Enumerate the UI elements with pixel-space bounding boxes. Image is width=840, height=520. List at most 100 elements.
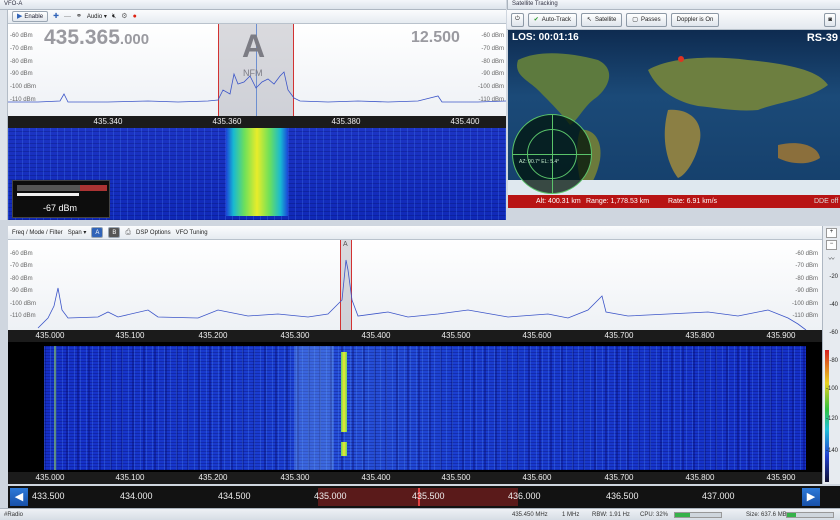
status-frequency: 435.450 MHz — [512, 512, 548, 518]
status-cpu: CPU: 32% — [640, 512, 669, 518]
satellite-button[interactable]: ↖ Satellite — [580, 12, 623, 27]
vfo-side-strip — [0, 10, 8, 220]
status-bar: #Radio 435.450 MHz 1 MHz RBW: 1.91 Hz CP… — [0, 508, 840, 520]
satellite-name: RS-39 — [806, 32, 838, 44]
record-icon[interactable]: ● — [133, 13, 137, 20]
printer-icon[interactable]: ⎙ — [125, 229, 131, 236]
vfo-db-scale-left: -60 dBm -70 dBm -80 dBm -90 dBm -100 dBm… — [10, 33, 37, 103]
rate-readout: Rate: 6.91 km/s — [668, 198, 718, 205]
status-size: Size: 637.6 MB — [746, 512, 787, 518]
band-tick: 435.000 — [314, 491, 347, 501]
main-freq-tick: 435.500 — [441, 331, 471, 340]
vfo-toolbar: ▶ Enable ✚ — ⚭ Audio ▾ 🔇︎ ⚙ ● — [8, 10, 506, 24]
band-tick: 435.500 — [412, 491, 445, 501]
satellite-titlebar: Satellite Tracking — [507, 0, 840, 10]
main-freq-tick: 435.000 — [35, 331, 65, 340]
main-waterfall[interactable] — [44, 346, 806, 470]
wf-freq-tick: 435.400 — [361, 473, 391, 482]
size-meter — [786, 512, 834, 518]
power-icon: ⏻ — [515, 16, 520, 22]
cpu-meter-fill — [675, 513, 690, 517]
scroll-left-button[interactable]: ◀ — [10, 488, 28, 506]
size-meter-fill — [787, 513, 797, 517]
satellite-marker-icon[interactable] — [678, 56, 684, 62]
main-db-scale-right: -60 dBm -70 dBm -80 dBm -90 dBm -100 dBm… — [792, 251, 819, 319]
doppler-button[interactable]: Doppler is On — [670, 12, 720, 27]
power-button[interactable]: ⏻ — [511, 12, 524, 27]
passes-button[interactable]: ▢ Passes — [626, 12, 667, 27]
main-freq-tick: 435.900 — [766, 331, 796, 340]
world-map[interactable]: LOS: 00:01:16 RS-39 AZ: 90.7° EL: 5.4° — [508, 30, 840, 195]
vfo-signal-trace — [226, 128, 288, 216]
span-dropdown[interactable]: Span ▾ — [68, 229, 87, 236]
s-meter-bar — [17, 193, 79, 196]
wf-freq-tick: 435.700 — [604, 473, 634, 482]
link-icon[interactable]: ⚭ — [76, 13, 82, 20]
main-spectrum[interactable]: A -60 dBm -70 dBm -80 dBm -90 dBm -100 d… — [8, 240, 822, 330]
radar-axis-h — [513, 154, 591, 155]
wave-icon[interactable]: 〰 — [826, 254, 837, 264]
vfo-freq-tick: 435.380 — [331, 117, 361, 126]
wf-freq-tick: 435.000 — [35, 473, 65, 482]
band-tick: 436.000 — [508, 491, 541, 501]
altitude-readout: Alt: 400.31 km — [536, 198, 581, 205]
s-meter: -67 dBm — [12, 180, 110, 218]
vfo-frequency-axis[interactable]: 435.340 435.360 435.380 435.400 — [8, 116, 506, 128]
main-freq-tick: 435.400 — [361, 331, 391, 340]
vfo-frequency-display[interactable]: 435.365.000 — [44, 27, 149, 51]
status-left: #Radio — [4, 512, 24, 518]
main-freq-tick: 435.600 — [522, 331, 552, 340]
vfo-waterfall[interactable]: -67 dBm — [8, 128, 506, 220]
band-tick: 434.500 — [218, 491, 251, 501]
main-toolbar: Freq / Mode / Filter Span ▾ A B ⎙ DSP Op… — [8, 226, 822, 240]
waterfall-frequency-axis: 435.000 435.100 435.200 435.300 435.400 … — [8, 472, 822, 484]
main-db-scale-left: -60 dBm -70 dBm -80 dBm -90 dBm -100 dBm… — [10, 251, 37, 319]
settings-icon[interactable]: ⚙ — [121, 13, 127, 20]
s-meter-scale — [17, 185, 107, 191]
camera-button[interactable]: ◙ — [824, 12, 836, 27]
enable-button[interactable]: ▶ Enable — [12, 11, 49, 22]
band-tick: 433.500 — [32, 491, 65, 501]
wf-freq-tick: 435.800 — [685, 473, 715, 482]
tab-dsp-options[interactable]: DSP Options — [136, 230, 171, 236]
satellite-info-bar: Alt: 400.31 km Range: 1,778.53 km Rate: … — [508, 195, 840, 208]
vfo-a-button[interactable]: A — [91, 227, 104, 238]
vfo-freq-tick: 435.400 — [450, 117, 480, 126]
wf-freq-tick: 435.600 — [522, 473, 552, 482]
vfo-freq-tick: 435.360 — [212, 117, 242, 126]
band-tick: 437.000 — [702, 491, 735, 501]
waterfall-signal-trace — [341, 352, 347, 432]
vfo-letter: A — [242, 28, 266, 64]
zoom-out-icon[interactable]: − — [826, 240, 837, 250]
main-freq-tick: 435.800 — [685, 331, 715, 340]
wf-freq-tick: 435.200 — [198, 473, 228, 482]
scroll-right-button[interactable]: ▶ — [802, 488, 820, 506]
tab-freq-mode-filter[interactable]: Freq / Mode / Filter — [12, 230, 63, 236]
band-scale-bar[interactable]: ◀ ▶ 433.500 434.000 434.500 435.000 435.… — [8, 486, 840, 508]
vfo-spectrum[interactable]: 435.365.000 12.500 A NFM -60 dBm -70 dBm… — [8, 24, 506, 116]
main-frequency-axis[interactable]: 435.000 435.100 435.200 435.300 435.400 … — [8, 330, 822, 342]
zoom-in-icon[interactable]: + — [826, 228, 837, 238]
vfo-b-button[interactable]: B — [108, 227, 121, 238]
s-meter-value: -67 dBm — [43, 203, 78, 213]
camera-icon: ◙ — [828, 16, 832, 23]
tab-vfo-tuning[interactable]: VFO Tuning — [176, 230, 208, 236]
minus-icon[interactable]: — — [64, 13, 71, 20]
satellite-toolbar: ⏻ ✔ Auto-Track ↖ Satellite ▢ Passes Doppler… — [507, 10, 840, 30]
main-waterfall-frame — [8, 342, 822, 472]
passes-icon: ▢ — [632, 17, 638, 23]
bandwidth-display[interactable]: 12.500 — [411, 29, 460, 47]
waterfall-carrier-line — [54, 346, 56, 470]
autotrack-button[interactable]: ✔ Auto-Track — [527, 12, 577, 27]
waterfall-noise-band — [294, 346, 334, 470]
band-tick: 434.000 — [120, 491, 153, 501]
wf-freq-tick: 435.900 — [766, 473, 796, 482]
audio-dropdown[interactable]: Audio ▾ — [87, 13, 107, 20]
range-readout: Range: 1,778.53 km — [586, 198, 650, 205]
los-label: LOS: 00:01:16 — [512, 32, 579, 43]
mute-icon[interactable]: 🔇︎ — [112, 13, 116, 20]
plus-icon[interactable]: ✚ — [53, 13, 59, 20]
check-icon: ✔ — [533, 17, 539, 23]
band-tick: 436.500 — [606, 491, 639, 501]
wf-freq-tick: 435.300 — [280, 473, 310, 482]
